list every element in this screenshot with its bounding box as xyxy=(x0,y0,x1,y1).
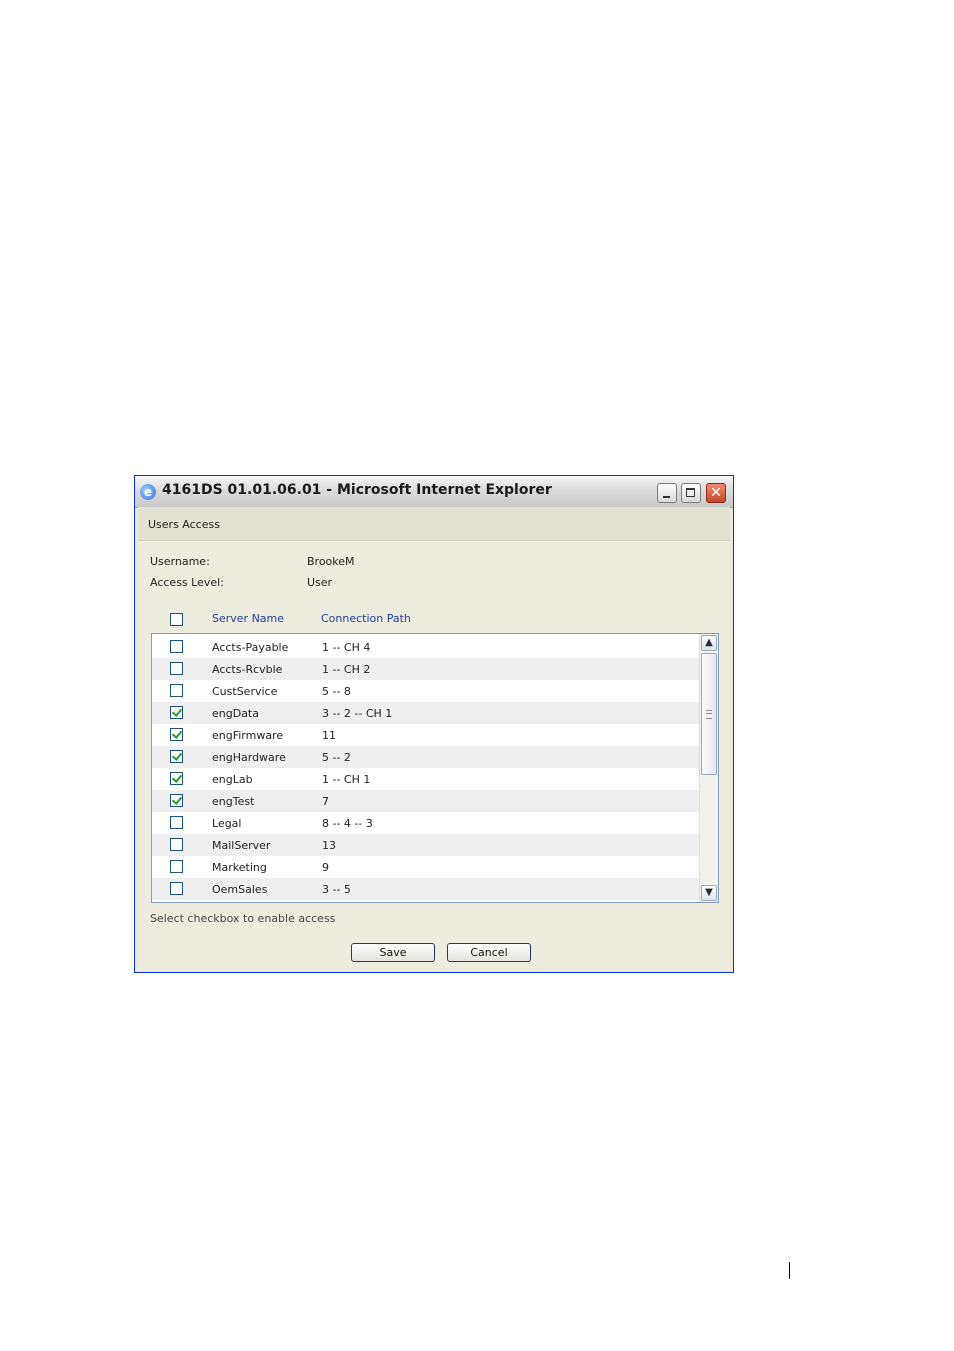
table-row[interactable]: engHardware 5 -- 2 xyxy=(152,746,700,768)
server-name-cell: Accts-Rcvble xyxy=(212,663,283,676)
server-name-cell: CustService xyxy=(212,685,278,698)
row-checkbox[interactable] xyxy=(170,772,183,785)
server-name-cell: Accts-Payable xyxy=(212,641,289,654)
minimize-button[interactable] xyxy=(657,483,677,503)
row-checkbox[interactable] xyxy=(170,640,183,653)
server-list[interactable]: Accts-Payable 1 -- CH 4 Accts-Rcvble 1 -- C… xyxy=(151,633,719,903)
row-checkbox[interactable] xyxy=(170,750,183,763)
table-row[interactable]: CustService 5 -- 8 xyxy=(152,680,700,702)
dialog-content: Users Access Username: BrookeM Access Le… xyxy=(138,507,730,969)
access-level-label: Access Level: xyxy=(150,576,224,589)
hint-text: Select checkbox to enable access xyxy=(150,912,336,925)
access-level-value: User xyxy=(307,576,333,589)
username-label: Username: xyxy=(150,555,210,568)
maximize-icon xyxy=(682,484,700,502)
table-row[interactable]: engLab 1 -- CH 1 xyxy=(152,768,700,790)
table-row[interactable]: OemSales 3 -- 5 xyxy=(152,878,700,900)
row-checkbox[interactable] xyxy=(170,684,183,697)
close-button[interactable]: ✕ xyxy=(706,483,726,503)
maximize-button[interactable] xyxy=(681,483,701,503)
ie-window: e 4161DS 01.01.06.01 - Microsoft Interne… xyxy=(134,475,734,973)
scroll-down-button[interactable]: ▼ xyxy=(701,885,717,901)
server-name-cell: engFirmware xyxy=(212,729,284,742)
server-name-cell: engData xyxy=(212,707,259,720)
row-checkbox[interactable] xyxy=(170,706,183,719)
scroll-up-button[interactable]: ▲ xyxy=(701,635,717,651)
server-name-cell: Marketing xyxy=(212,861,267,874)
connection-path-cell: 8 -- 4 -- 3 xyxy=(322,817,373,830)
table-row[interactable]: engFirmware 11 xyxy=(152,724,700,746)
window-title: 4161DS 01.01.06.01 - Microsoft Internet … xyxy=(162,482,552,498)
row-checkbox[interactable] xyxy=(170,662,183,675)
row-checkbox[interactable] xyxy=(170,794,183,807)
connection-path-cell: 3 -- 5 xyxy=(322,883,351,896)
table-row[interactable]: Accts-Rcvble 1 -- CH 2 xyxy=(152,658,700,680)
row-checkbox[interactable] xyxy=(170,816,183,829)
table-row[interactable]: engTest 7 xyxy=(152,790,700,812)
minimize-icon xyxy=(658,484,676,502)
server-name-cell: MailServer xyxy=(212,839,271,852)
internet-explorer-icon: e xyxy=(140,484,156,500)
connection-path-cell: 1 -- CH 4 xyxy=(322,641,371,654)
section-header: Users Access xyxy=(138,507,730,541)
username-value: BrookeM xyxy=(307,555,355,568)
connection-path-cell: 5 -- 2 xyxy=(322,751,351,764)
scroll-thumb[interactable] xyxy=(701,653,717,775)
save-button[interactable]: Save xyxy=(351,943,435,962)
vertical-scrollbar[interactable]: ▲ ▼ xyxy=(699,634,718,902)
close-icon: ✕ xyxy=(710,485,722,501)
connection-path-cell: 11 xyxy=(322,729,336,742)
server-name-cell: engTest xyxy=(212,795,255,808)
connection-path-cell: 1 -- CH 2 xyxy=(322,663,371,676)
grip-icon xyxy=(706,710,712,719)
table-row[interactable]: Legal 8 -- 4 -- 3 xyxy=(152,812,700,834)
table-row[interactable]: engData 3 -- 2 -- CH 1 xyxy=(152,702,700,724)
server-name-cell: engLab xyxy=(212,773,253,786)
row-checkbox[interactable] xyxy=(170,860,183,873)
server-name-cell: Legal xyxy=(212,817,242,830)
row-checkbox[interactable] xyxy=(170,838,183,851)
row-checkbox[interactable] xyxy=(170,728,183,741)
server-name-cell: engHardware xyxy=(212,751,286,764)
title-bar[interactable]: e 4161DS 01.01.06.01 - Microsoft Interne… xyxy=(135,476,733,508)
cancel-button[interactable]: Cancel xyxy=(447,943,531,962)
table-row[interactable]: MailServer 13 xyxy=(152,834,700,856)
table-row[interactable]: Accts-Payable 1 -- CH 4 xyxy=(152,636,700,658)
server-name-header[interactable]: Server Name xyxy=(212,612,284,625)
server-name-cell: OemSales xyxy=(212,883,268,896)
connection-path-header[interactable]: Connection Path xyxy=(321,612,411,625)
section-title: Users Access xyxy=(148,518,220,531)
connection-path-cell: 7 xyxy=(322,795,329,808)
connection-path-cell: 5 -- 8 xyxy=(322,685,351,698)
connection-path-cell: 3 -- 2 -- CH 1 xyxy=(322,707,393,720)
table-row[interactable]: Marketing 9 xyxy=(152,856,700,878)
page-margin-marker xyxy=(789,1262,790,1279)
connection-path-cell: 9 xyxy=(322,861,329,874)
connection-path-cell: 1 -- CH 1 xyxy=(322,773,371,786)
connection-path-cell: 13 xyxy=(322,839,336,852)
row-checkbox[interactable] xyxy=(170,882,183,895)
select-all-checkbox[interactable] xyxy=(170,613,183,626)
